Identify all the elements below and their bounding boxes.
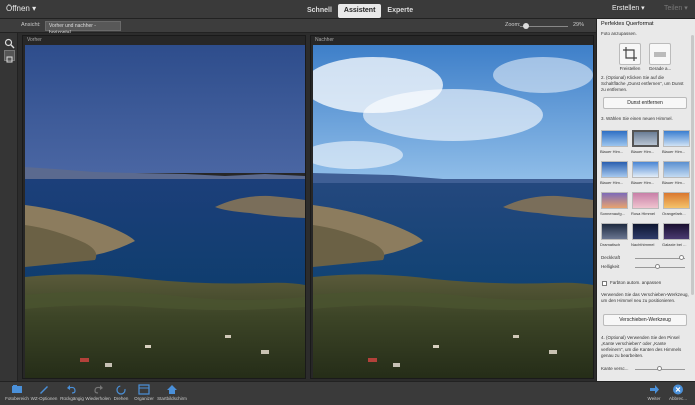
mode-tabs: Schnell Assistent Experte [301, 4, 419, 18]
opacity-slider-handle[interactable] [678, 255, 684, 260]
zoom-slider-handle[interactable] [522, 23, 529, 29]
before-view: Vorher [22, 35, 306, 379]
zoom-value: 29% [573, 22, 585, 28]
brightness-slider-handle[interactable] [654, 264, 660, 269]
edge-brush-label: Kante versc... [601, 366, 629, 371]
straighten-tool-button[interactable] [649, 43, 671, 65]
view-label: Ansicht: [21, 22, 41, 28]
sky-preset-label: Blauer Him... [600, 180, 624, 185]
canvas-area: Vorher Nachher [18, 33, 596, 381]
sky-preset-label: Blauer Him... [662, 180, 686, 185]
step2-text: 2. (Optional) Klicken Sie auf die Schalt… [601, 75, 684, 92]
edge-brush-slider-handle[interactable] [657, 366, 662, 371]
move-tool-button[interactable]: Verschieben-Werkzeug [603, 314, 687, 326]
crop-tool-button[interactable] [619, 43, 641, 65]
home-screen-button[interactable]: Startbildschirm [155, 384, 189, 401]
sky-preset-label: Nachthimmel [631, 242, 655, 247]
panel-title: Perfektes Querformat [601, 21, 654, 27]
dehaze-label: Dunst entfernen [627, 100, 663, 106]
intro-text: Foto anzupassen. [601, 31, 637, 36]
move-tool-text: Verwenden Sie das Verschieben-Werkzeug, … [601, 292, 689, 303]
sky-preset-label: Blauer Him... [662, 149, 686, 154]
cancel-button[interactable]: Abbrec... [661, 384, 695, 401]
straighten-label: Gerade a... [648, 66, 672, 71]
undo-icon [67, 385, 76, 394]
brightness-label: Helligkeit [601, 264, 620, 269]
sky-preset-2[interactable] [632, 130, 659, 147]
rotate-icon [116, 385, 126, 395]
sky-preset-label: Blauer Him... [631, 149, 655, 154]
sky-preset-4[interactable] [601, 161, 628, 178]
view-mode-select[interactable]: Vorher und nachher - horizontal [45, 21, 121, 36]
auto-color-label: Farbton autom. anpassen [610, 280, 662, 285]
open-menu-button[interactable]: Öffnen ▾ [6, 4, 36, 13]
photo-bin-icon [12, 385, 22, 393]
arrow-right-icon [650, 385, 659, 394]
top-menu-bar: Öffnen ▾ Schnell Assistent Experte Erste… [0, 0, 695, 19]
tab-expert[interactable]: Experte [381, 4, 419, 18]
share-menu-button[interactable]: Teilen ▾ [664, 4, 688, 12]
tab-guided[interactable]: Assistent [337, 4, 382, 18]
crop-icon [623, 47, 637, 61]
sky-preset-label: Orangefarb... [662, 211, 686, 216]
before-photo[interactable] [25, 45, 305, 378]
home-screen-icon [167, 385, 177, 394]
move-tool-icon[interactable] [4, 50, 15, 63]
sky-preset-7[interactable] [601, 192, 628, 209]
tool-options-icon [40, 386, 48, 394]
create-menu-button[interactable]: Erstellen ▾ [612, 4, 645, 12]
sky-preset-label: Rosa Himmel [631, 211, 656, 216]
tab-quick[interactable]: Schnell [301, 4, 338, 18]
guided-edit-panel: Perfektes Querformat Foto anzupassen. Fr… [596, 19, 695, 381]
straighten-icon [654, 52, 666, 57]
sky-preset-6[interactable] [663, 161, 690, 178]
after-photo[interactable] [313, 45, 593, 378]
after-view: Nachher [310, 35, 594, 379]
before-label: Vorher [27, 37, 42, 43]
sky-preset-label: Dramatisch [600, 242, 621, 247]
sky-preset-label: Blauer Him... [600, 149, 624, 154]
step4-text: 4. (Optional) Verwenden Sie den Pinsel „… [601, 335, 682, 358]
sky-preset-12[interactable] [663, 223, 690, 240]
zoom-tool-icon[interactable] [4, 36, 15, 49]
opacity-label: Deckkraft [601, 255, 621, 260]
sky-preset-label: Galaxie bei ... [662, 242, 687, 247]
sky-preset-3[interactable] [663, 130, 690, 147]
sky-preset-10[interactable] [601, 223, 628, 240]
auto-color-checkbox[interactable] [602, 281, 607, 286]
sky-preset-9[interactable] [663, 192, 690, 209]
bottom-toolbar: Fotobereich WZ-Optionen Rückgängig Wiede… [0, 381, 695, 405]
dehaze-button[interactable]: Dunst entfernen [603, 97, 687, 109]
tools-sidebar [0, 33, 18, 381]
sky-preset-label: Sonnenaufg... [600, 211, 625, 216]
close-icon [673, 384, 683, 395]
redo-icon [94, 385, 103, 394]
sky-preset-label: Blauer Him... [631, 180, 655, 185]
sky-preset-8[interactable] [632, 192, 659, 209]
organizer-icon [138, 384, 150, 395]
move-tool-label: Verschieben-Werkzeug [619, 317, 671, 323]
after-label: Nachher [315, 37, 334, 43]
sky-preset-5[interactable] [632, 161, 659, 178]
opacity-slider[interactable] [635, 258, 685, 259]
sky-preset-11[interactable] [632, 223, 659, 240]
step3-text: 3. Wählen Sie einen neuen Himmel. [601, 116, 673, 121]
view-options-bar: Ansicht: Vorher und nachher - horizontal… [0, 19, 596, 36]
brightness-slider[interactable] [635, 267, 685, 268]
zoom-label: Zoom: [505, 22, 521, 28]
crop-label: Freistellen [619, 66, 641, 71]
side-panel-scrollbar[interactable] [691, 35, 694, 295]
sky-preset-1[interactable] [601, 130, 628, 147]
